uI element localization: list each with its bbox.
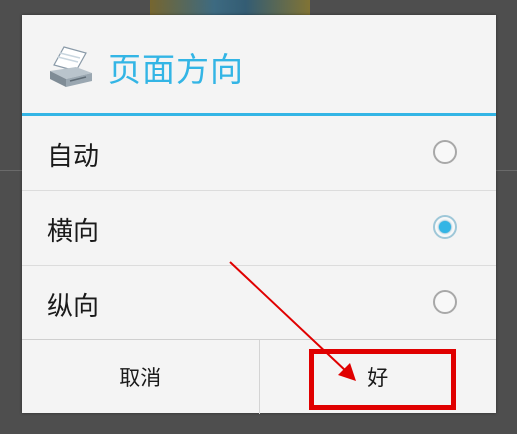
option-landscape[interactable]: 横向	[22, 191, 496, 266]
dialog-button-bar: 取消 好	[22, 339, 496, 414]
radio-button-unchecked[interactable]	[433, 140, 457, 164]
printer-icon	[50, 46, 92, 87]
page-orientation-dialog: 页面方向 自动 横向 纵向 取消 好	[22, 15, 496, 414]
option-auto[interactable]: 自动	[22, 116, 496, 191]
orientation-options-list: 自动 横向 纵向	[22, 116, 496, 340]
radio-button-checked[interactable]	[433, 215, 457, 239]
dialog-title-bar: 页面方向	[22, 15, 496, 113]
cancel-button[interactable]: 取消	[22, 340, 260, 414]
option-label: 横向	[47, 217, 100, 247]
background-divider-left	[0, 170, 22, 171]
radio-button-unchecked[interactable]	[433, 290, 457, 314]
background-app-graphic	[150, 0, 310, 16]
option-portrait[interactable]: 纵向	[22, 266, 496, 340]
ok-button[interactable]: 好	[260, 340, 497, 414]
background-divider-right	[496, 170, 517, 171]
option-label: 纵向	[47, 292, 100, 322]
dialog-title: 页面方向	[108, 50, 244, 89]
option-label: 自动	[47, 142, 100, 172]
